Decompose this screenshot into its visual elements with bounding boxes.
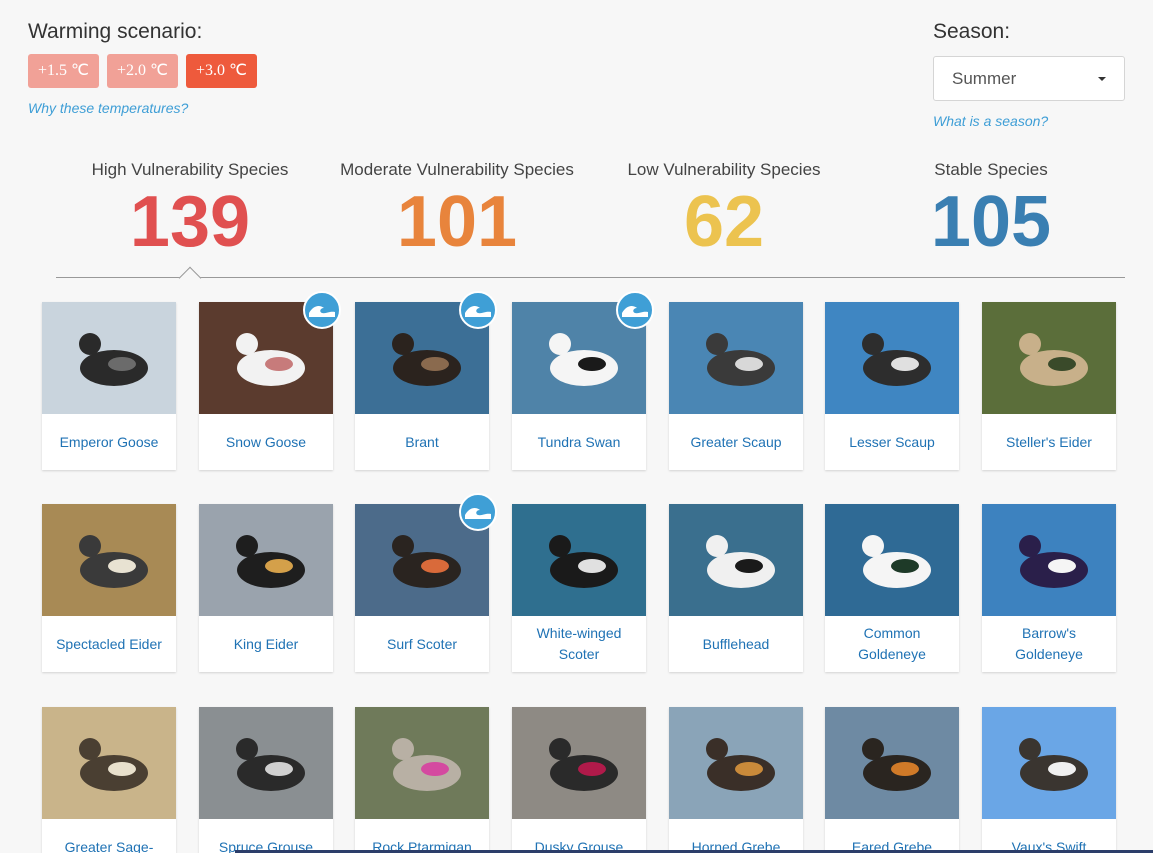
species-card[interactable]: Vaux's Swift (982, 707, 1116, 853)
season-select[interactable]: Summer (933, 56, 1125, 101)
species-card[interactable]: Eared Grebe (825, 707, 959, 853)
species-name: Greater Scaup (690, 433, 782, 450)
species-photo (825, 707, 959, 819)
species-card[interactable]: Common Goldeneye (825, 504, 959, 672)
season-panel: Season: Summer What is a season? (933, 20, 1125, 129)
stat-count: 101 (396, 182, 518, 262)
species-name: Vaux's Swift (1011, 838, 1087, 853)
species-name: Spruce Grouse (218, 838, 314, 853)
species-card[interactable]: Steller's Eider (982, 302, 1116, 470)
stat-count: 62 (683, 182, 765, 262)
species-name: Bufflehead (702, 635, 770, 652)
species-photo (669, 302, 803, 414)
species-card[interactable]: Greater Scaup (669, 302, 803, 470)
species-name: Common Goldeneye (858, 625, 926, 662)
species-photo (669, 707, 803, 819)
stat-count: 139 (129, 182, 251, 262)
temp-button-2-0[interactable]: +2.0 ℃ (107, 54, 178, 88)
temp-button-3-0[interactable]: +3.0 ℃ (186, 54, 257, 88)
why-temperatures-link[interactable]: Why these temperatures? (28, 100, 257, 116)
stat-count: 105 (930, 182, 1052, 262)
species-name: Spectacled Eider (56, 635, 162, 652)
temperature-options: +1.5 ℃ +2.0 ℃ +3.0 ℃ (28, 54, 257, 88)
temp-button-1-5[interactable]: +1.5 ℃ (28, 54, 99, 88)
species-card[interactable]: Horned Grebe (669, 707, 803, 853)
species-name: Greater Sage- (64, 838, 154, 853)
species-name: Rock Ptarmigan (372, 838, 472, 853)
wave-icon (459, 493, 497, 531)
stat-high-vulnerability[interactable]: High Vulnerability Species 139 (56, 160, 324, 262)
stat-label: Low Vulnerability Species (627, 160, 821, 179)
species-name: Brant (405, 433, 439, 450)
species-name: Lesser Scaup (849, 433, 935, 450)
species-card[interactable]: Spectacled Eider (42, 504, 176, 672)
species-name: White-winged Scoter (536, 625, 622, 662)
species-card[interactable]: Snow Goose (199, 302, 333, 470)
species-name: Barrow's Goldeneye (1015, 625, 1083, 662)
species-photo (982, 302, 1116, 414)
species-card[interactable]: Dusky Grouse (512, 707, 646, 853)
species-name: King Eider (233, 635, 299, 652)
species-photo (512, 707, 646, 819)
species-card[interactable]: White-winged Scoter (512, 504, 646, 672)
species-photo (42, 504, 176, 616)
species-name: Emperor Goose (59, 433, 159, 450)
species-photo (199, 707, 333, 819)
species-photo (825, 302, 959, 414)
stat-moderate-vulnerability[interactable]: Moderate Vulnerability Species 101 (323, 160, 591, 262)
wave-icon (459, 291, 497, 329)
species-photo (825, 504, 959, 616)
species-photo (42, 302, 176, 414)
species-name: Dusky Grouse (534, 838, 624, 853)
stat-label: Stable Species (934, 160, 1048, 179)
species-card[interactable]: Bufflehead (669, 504, 803, 672)
species-photo (199, 504, 333, 616)
species-card[interactable]: Tundra Swan (512, 302, 646, 470)
species-photo (512, 504, 646, 616)
stat-label: High Vulnerability Species (91, 160, 289, 179)
caret-down-icon (1098, 76, 1106, 81)
species-photo (982, 707, 1116, 819)
species-card[interactable]: Barrow's Goldeneye (982, 504, 1116, 672)
species-name: Surf Scoter (386, 635, 458, 652)
species-card[interactable]: Greater Sage- (42, 707, 176, 853)
species-card[interactable]: Lesser Scaup (825, 302, 959, 470)
wave-icon (616, 291, 654, 329)
species-card[interactable]: King Eider (199, 504, 333, 672)
season-title: Season: (933, 20, 1011, 43)
stat-stable[interactable]: Stable Species 105 (857, 160, 1125, 262)
species-name: Eared Grebe (851, 838, 933, 853)
species-photo (669, 504, 803, 616)
wave-icon (303, 291, 341, 329)
species-photo (982, 504, 1116, 616)
species-card[interactable]: Brant (355, 302, 489, 470)
vulnerability-stats: High Vulnerability Species 139 Moderate … (56, 160, 1125, 290)
stat-low-vulnerability[interactable]: Low Vulnerability Species 62 (590, 160, 858, 262)
species-name: Snow Goose (225, 433, 307, 450)
species-name: Horned Grebe (691, 838, 781, 853)
species-photo (355, 707, 489, 819)
warming-scenario-panel: Warming scenario: +1.5 ℃ +2.0 ℃ +3.0 ℃ W… (28, 20, 257, 116)
warming-scenario-title: Warming scenario: (28, 20, 203, 43)
what-is-season-link[interactable]: What is a season? (933, 113, 1125, 129)
species-card[interactable]: Rock Ptarmigan (355, 707, 489, 853)
species-card[interactable]: Spruce Grouse (199, 707, 333, 853)
stat-label: Moderate Vulnerability Species (340, 160, 574, 179)
species-name: Steller's Eider (1006, 433, 1092, 450)
selected-stat-pointer (178, 266, 202, 290)
species-name: Tundra Swan (537, 433, 621, 450)
species-card[interactable]: Surf Scoter (355, 504, 489, 672)
season-selected-value: Summer (952, 68, 1017, 88)
species-photo (42, 707, 176, 819)
species-card[interactable]: Emperor Goose (42, 302, 176, 470)
